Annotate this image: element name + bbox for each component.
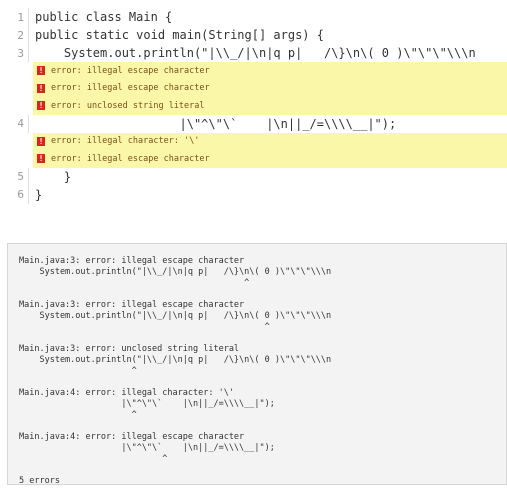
inline-error: ! error: illegal escape character bbox=[33, 79, 507, 97]
console-line: ^ bbox=[19, 278, 250, 288]
error-message: error: illegal character: '\' bbox=[51, 136, 200, 147]
console-line: |\"^\"\` |\n||_/=\\\\__|"); bbox=[19, 443, 275, 453]
console-line: Main.java:3: error: unclosed string lite… bbox=[19, 344, 240, 354]
line-number: 5 bbox=[17, 170, 24, 183]
code-text[interactable]: public static void main(String[] args) { bbox=[29, 28, 324, 42]
inline-error: ! error: unclosed string literal bbox=[33, 97, 507, 115]
code-line[interactable]: 1 public class Main { bbox=[0, 8, 507, 26]
error-message: error: unclosed string literal bbox=[51, 100, 205, 111]
console-line: Main.java:4: error: illegal escape chara… bbox=[19, 432, 245, 442]
console-line: ^ bbox=[19, 366, 137, 376]
inline-error: ! error: illegal escape character bbox=[33, 62, 507, 80]
code-line[interactable]: 5 } bbox=[0, 167, 507, 186]
console-line: Main.java:3: error: illegal escape chara… bbox=[19, 300, 245, 310]
console-line: ^ bbox=[19, 322, 270, 332]
console-line: System.out.println("|\\_/|\n|q p| /\}\n\… bbox=[19, 355, 332, 365]
console-line: |\"^\"\` |\n||_/=\\\\__|"); bbox=[19, 399, 275, 409]
console-line: System.out.println("|\\_/|\n|q p| /\}\n\… bbox=[19, 267, 332, 277]
error-message: error: illegal escape character bbox=[51, 65, 210, 76]
inline-error: ! error: illegal escape character bbox=[33, 150, 507, 168]
console-line: Main.java:3: error: illegal escape chara… bbox=[19, 256, 245, 266]
line-number: 2 bbox=[17, 28, 24, 42]
compiler-output-console[interactable]: Main.java:3: error: illegal escape chara… bbox=[7, 243, 507, 486]
code-line[interactable]: 6 } bbox=[0, 185, 507, 204]
error-icon: ! bbox=[37, 83, 45, 93]
code-text[interactable]: |\"^\"\` |\n||_/=\\\\__|"); bbox=[29, 117, 396, 131]
line-number: 1 bbox=[17, 10, 24, 24]
error-message: error: illegal escape character bbox=[51, 83, 210, 94]
code-editor[interactable]: 1 public class Main { 2 public static vo… bbox=[0, 8, 507, 218]
inline-error: ! error: illegal character: '\' bbox=[33, 132, 507, 150]
error-icon: ! bbox=[37, 136, 45, 146]
error-message: error: illegal escape character bbox=[51, 153, 210, 164]
line-number: 3 bbox=[17, 46, 24, 60]
console-line: ^ bbox=[19, 410, 137, 420]
error-icon: ! bbox=[37, 66, 45, 76]
code-text[interactable]: System.out.println("|\\_/|\n|q p| /\}\n\… bbox=[29, 46, 476, 60]
error-icon: ! bbox=[37, 101, 45, 111]
code-text[interactable]: } bbox=[29, 188, 42, 202]
code-line[interactable]: 2 public static void main(String[] args)… bbox=[0, 26, 507, 44]
line-number: 4 bbox=[17, 117, 24, 130]
console-line: System.out.println("|\\_/|\n|q p| /\}\n\… bbox=[19, 311, 332, 321]
console-line: Main.java:4: error: illegal character: '… bbox=[19, 388, 234, 398]
console-line: ^ bbox=[19, 454, 168, 464]
code-line[interactable]: 4 |\"^\"\` |\n||_/=\\\\__|"); bbox=[0, 114, 507, 133]
error-icon: ! bbox=[37, 154, 45, 164]
code-line[interactable]: 3 System.out.println("|\\_/|\n|q p| /\}\… bbox=[0, 44, 507, 62]
line-number: 6 bbox=[17, 188, 24, 201]
code-text[interactable]: public class Main { bbox=[29, 10, 172, 24]
error-count: 5 errors bbox=[19, 476, 60, 486]
code-text[interactable]: } bbox=[29, 170, 71, 184]
